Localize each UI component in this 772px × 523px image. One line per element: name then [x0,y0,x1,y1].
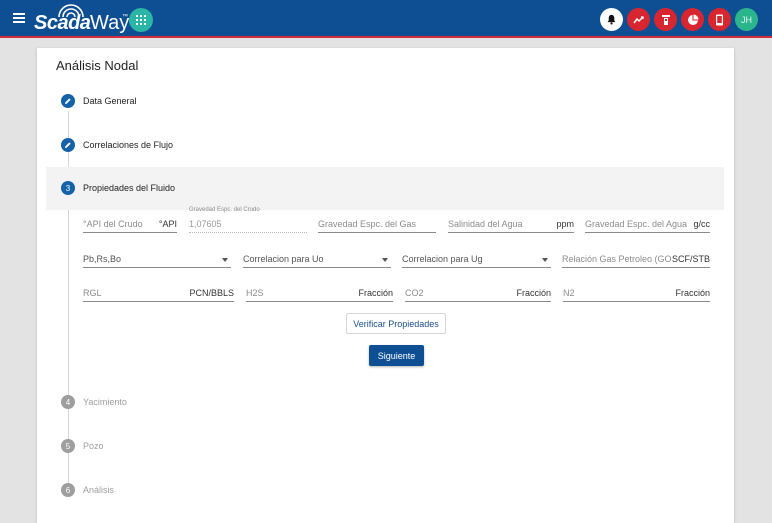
gravedad-agua-input[interactable]: Gravedad Espc. del Agua [585,219,687,229]
step-label: Pozo [83,441,104,451]
app-header: Scada Way ™ JH [0,0,772,38]
step-label: Propiedades del Fluido [83,183,176,193]
scadaway-logo: Scada Way ™ [34,3,129,35]
gravedad-crudo-label: Gravedad Espc. del Crudo [189,207,260,213]
chevron-down-icon [222,258,228,262]
co2-input[interactable]: CO2 [405,288,424,298]
gravedad-gas-field[interactable]: Gravedad Espc. del Gas [318,217,436,233]
hamburger-menu-icon[interactable] [13,13,25,23]
gravedad-agua-field[interactable]: Gravedad Espc. del Agua g/cc [585,217,710,233]
step-correlaciones-flujo[interactable]: Correlaciones de Flujo [61,137,173,153]
trend-chart-icon [632,15,644,23]
step-data-general[interactable]: Data General [61,93,137,109]
wellhead-pump-icon [661,14,670,25]
gravedad-crudo-value: 1,07605 [189,219,222,229]
h2s-unit: Fracción [358,288,393,298]
gravedad-crudo-field: Gravedad Espc. del Crudo 1,07605 [189,207,307,233]
step-propiedades-fluido[interactable]: 3 Propiedades del Fluido [61,180,175,196]
rgp-unit: SCF/STB [671,254,710,264]
devices-button[interactable] [708,8,731,31]
trends-button[interactable] [627,8,650,31]
n2-unit: Fracción [675,288,710,298]
corr-uo-select-value[interactable]: Correlacion para Uo [243,254,391,268]
edit-pencil-icon [61,94,75,108]
gravedad-agua-unit: g/cc [693,219,710,229]
next-button[interactable]: Siguiente [369,345,424,366]
h2s-field[interactable]: H2S Fracción [246,286,393,302]
gravedad-gas-input[interactable]: Gravedad Espc. del Gas [318,219,416,229]
corr-ug-select-value[interactable]: Correlacion para Ug [402,254,551,268]
step-label: Correlaciones de Flujo [83,140,174,150]
co2-field[interactable]: CO2 Fracción [405,286,551,302]
api-crudo-field[interactable]: °API del Crudo °API [83,217,177,233]
step-label: Análisis [83,485,115,495]
step-label: Data General [83,96,137,106]
reports-button[interactable] [681,8,704,31]
api-crudo-input[interactable]: °API del Crudo [83,219,143,229]
mobile-device-icon [716,14,723,25]
chevron-down-icon [542,258,548,262]
step-number: 3 [61,181,75,195]
n2-field[interactable]: N2 Fracción [563,286,710,302]
pie-chart-icon [687,14,698,25]
apps-button[interactable] [129,8,153,32]
co2-unit: Fracción [516,288,551,298]
rgl-unit: PCN/BBLS [189,288,234,298]
api-unit: °API [158,219,177,229]
corr-uo-select[interactable]: Correlacion para Uo [243,252,391,268]
nodal-analysis-card: Análisis Nodal Data General Correlacione… [37,48,734,523]
salinidad-agua-input[interactable]: Salinidad del Agua [448,219,523,229]
trademark-symbol: ™ [122,14,128,20]
notifications-button[interactable] [600,8,623,31]
wellhead-button[interactable] [654,8,677,31]
bell-icon [607,14,616,25]
logo-text-primary: Scada [34,12,91,34]
corr-ug-select[interactable]: Correlacion para Ug [402,252,551,268]
h2s-input[interactable]: H2S [246,288,264,298]
rgp-input[interactable]: Relación Gas Petroleo (GO... [562,254,672,264]
step-number: 6 [61,483,75,497]
pbrsbo-select[interactable]: Pb,Rs,Bo [83,252,231,268]
edit-pencil-icon [61,138,75,152]
rgl-input[interactable]: RGL [83,288,102,298]
step-pozo[interactable]: 5 Pozo [61,438,104,454]
rgl-field[interactable]: RGL PCN/BBLS [83,286,234,302]
n2-input[interactable]: N2 [563,288,575,298]
rgp-field[interactable]: Relación Gas Petroleo (GO... SCF/STB [562,252,710,268]
salinidad-unit: ppm [556,219,574,229]
verify-properties-button[interactable]: Verificar Propiedades [346,313,446,334]
step-analisis[interactable]: 6 Análisis [61,482,114,498]
user-avatar[interactable]: JH [735,8,758,31]
step-number: 5 [61,439,75,453]
step-number: 4 [61,395,75,409]
salinidad-agua-field[interactable]: Salinidad del Agua ppm [448,217,574,233]
page-title: Análisis Nodal [56,58,139,73]
chevron-down-icon [382,258,388,262]
pbrsbo-select-value[interactable]: Pb,Rs,Bo [83,254,231,268]
step-yacimiento[interactable]: 4 Yacimiento [61,394,127,410]
apps-grid-icon [136,15,146,25]
step-label: Yacimiento [83,397,127,407]
